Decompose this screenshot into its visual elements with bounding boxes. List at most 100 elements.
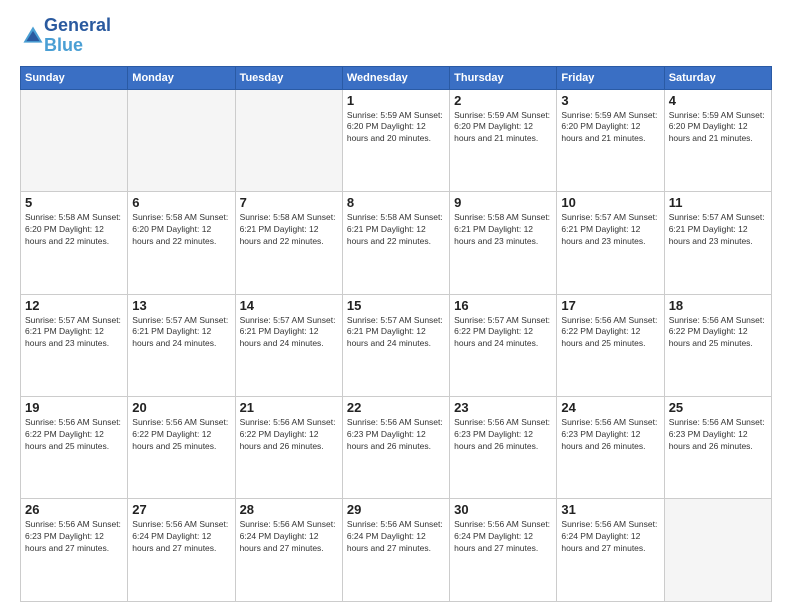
logo-icon <box>22 25 44 47</box>
day-number: 2 <box>454 93 552 108</box>
day-info: Sunrise: 5:56 AM Sunset: 6:23 PM Dayligh… <box>669 417 767 453</box>
day-number: 31 <box>561 502 659 517</box>
calendar-cell: 7Sunrise: 5:58 AM Sunset: 6:21 PM Daylig… <box>235 192 342 294</box>
calendar-cell: 15Sunrise: 5:57 AM Sunset: 6:21 PM Dayli… <box>342 294 449 396</box>
day-info: Sunrise: 5:57 AM Sunset: 6:22 PM Dayligh… <box>454 315 552 351</box>
calendar-cell: 11 Sunrise: 5:57 AM Sunset: 6:21 PM Dayli… <box>664 192 771 294</box>
day-info: Sunrise: 5:58 AM Sunset: 6:21 PM Dayligh… <box>454 212 552 248</box>
logo: General Blue <box>20 16 111 56</box>
header: General Blue <box>20 16 772 56</box>
day-info: Sunrise: 5:56 AM Sunset: 6:22 PM Dayligh… <box>25 417 123 453</box>
day-info: Sunrise: 5:56 AM Sunset: 6:24 PM Dayligh… <box>240 519 338 555</box>
day-number: 3 <box>561 93 659 108</box>
day-number: 21 <box>240 400 338 415</box>
weekday-header-thursday: Thursday <box>450 66 557 89</box>
page: General Blue SundayMondayTuesdayWednesda… <box>0 0 792 612</box>
calendar-cell: 13 Sunrise: 5:57 AM Sunset: 6:21 PM Dayli… <box>128 294 235 396</box>
week-row-4: 19 Sunrise: 5:56 AM Sunset: 6:22 PM Dayli… <box>21 397 772 499</box>
calendar-cell <box>664 499 771 602</box>
day-info: Sunrise: 5:56 AM Sunset: 6:24 PM Dayligh… <box>561 519 659 555</box>
logo-text: General Blue <box>44 16 111 56</box>
day-number: 11 <box>669 195 767 210</box>
weekday-header-saturday: Saturday <box>664 66 771 89</box>
calendar-cell: 8Sunrise: 5:58 AM Sunset: 6:21 PM Daylig… <box>342 192 449 294</box>
day-info: Sunrise: 5:57 AM Sunset: 6:21 PM Dayligh… <box>347 315 445 351</box>
calendar-cell: 24 Sunrise: 5:56 AM Sunset: 6:23 PM Dayli… <box>557 397 664 499</box>
day-number: 1 <box>347 93 445 108</box>
day-number: 26 <box>25 502 123 517</box>
day-info: Sunrise: 5:58 AM Sunset: 6:20 PM Dayligh… <box>25 212 123 248</box>
calendar-cell: 16 Sunrise: 5:57 AM Sunset: 6:22 PM Dayli… <box>450 294 557 396</box>
calendar-cell: 12Sunrise: 5:57 AM Sunset: 6:21 PM Dayli… <box>21 294 128 396</box>
day-info: Sunrise: 5:57 AM Sunset: 6:21 PM Dayligh… <box>132 315 230 351</box>
day-info: Sunrise: 5:59 AM Sunset: 6:20 PM Dayligh… <box>454 110 552 146</box>
weekday-header-sunday: Sunday <box>21 66 128 89</box>
day-number: 24 <box>561 400 659 415</box>
day-number: 6 <box>132 195 230 210</box>
day-number: 13 <box>132 298 230 313</box>
day-info: Sunrise: 5:57 AM Sunset: 6:21 PM Dayligh… <box>240 315 338 351</box>
calendar-cell: 4 Sunrise: 5:59 AM Sunset: 6:20 PM Daylig… <box>664 89 771 191</box>
day-number: 10 <box>561 195 659 210</box>
day-info: Sunrise: 5:56 AM Sunset: 6:22 PM Dayligh… <box>132 417 230 453</box>
day-number: 5 <box>25 195 123 210</box>
day-number: 16 <box>454 298 552 313</box>
week-row-5: 26 Sunrise: 5:56 AM Sunset: 6:23 PM Dayli… <box>21 499 772 602</box>
day-info: Sunrise: 5:59 AM Sunset: 6:20 PM Dayligh… <box>561 110 659 146</box>
calendar-cell: 26 Sunrise: 5:56 AM Sunset: 6:23 PM Dayli… <box>21 499 128 602</box>
week-row-3: 12 Sunrise: 5:57 AM Sunset: 6:21 PM Dayli… <box>21 294 772 396</box>
day-number: 28 <box>240 502 338 517</box>
day-info: Sunrise: 5:56 AM Sunset: 6:23 PM Dayligh… <box>561 417 659 453</box>
calendar-cell: 17 Sunrise: 5:56 AM Sunset: 6:22 PM Dayli… <box>557 294 664 396</box>
day-number: 9 <box>454 195 552 210</box>
calendar-cell: 21 Sunrise: 5:56 AM Sunset: 6:22 PM Dayli… <box>235 397 342 499</box>
calendar-cell: 25 Sunrise: 5:56 AM Sunset: 6:23 PM Dayli… <box>664 397 771 499</box>
calendar-cell: 30Sunrise: 5:56 AM Sunset: 6:24 PM Dayli… <box>450 499 557 602</box>
weekday-header-tuesday: Tuesday <box>235 66 342 89</box>
day-info: Sunrise: 5:56 AM Sunset: 6:22 PM Dayligh… <box>561 315 659 351</box>
day-number: 14 <box>240 298 338 313</box>
day-number: 30 <box>454 502 552 517</box>
calendar-cell: 14 Sunrise: 5:57 AM Sunset: 6:21 PM Dayli… <box>235 294 342 396</box>
calendar-cell: 28 Sunrise: 5:56 AM Sunset: 6:24 PM Dayli… <box>235 499 342 602</box>
calendar-cell: 22Sunrise: 5:56 AM Sunset: 6:23 PM Dayli… <box>342 397 449 499</box>
calendar-cell: 1 Sunrise: 5:59 AM Sunset: 6:20 PM Daylig… <box>342 89 449 191</box>
day-info: Sunrise: 5:58 AM Sunset: 6:20 PM Dayligh… <box>132 212 230 248</box>
day-info: Sunrise: 5:56 AM Sunset: 6:24 PM Dayligh… <box>347 519 445 555</box>
week-row-1: 1 Sunrise: 5:59 AM Sunset: 6:20 PM Daylig… <box>21 89 772 191</box>
day-info: Sunrise: 5:56 AM Sunset: 6:23 PM Dayligh… <box>25 519 123 555</box>
day-number: 7 <box>240 195 338 210</box>
day-info: Sunrise: 5:59 AM Sunset: 6:20 PM Dayligh… <box>347 110 445 146</box>
calendar-cell: 6 Sunrise: 5:58 AM Sunset: 6:20 PM Daylig… <box>128 192 235 294</box>
calendar-cell: 29 Sunrise: 5:56 AM Sunset: 6:24 PM Dayli… <box>342 499 449 602</box>
calendar-cell: 27 Sunrise: 5:56 AM Sunset: 6:24 PM Dayli… <box>128 499 235 602</box>
day-info: Sunrise: 5:56 AM Sunset: 6:24 PM Dayligh… <box>132 519 230 555</box>
day-number: 19 <box>25 400 123 415</box>
day-number: 12 <box>25 298 123 313</box>
day-info: Sunrise: 5:56 AM Sunset: 6:23 PM Dayligh… <box>454 417 552 453</box>
day-info: Sunrise: 5:56 AM Sunset: 6:22 PM Dayligh… <box>669 315 767 351</box>
calendar-cell: 2 Sunrise: 5:59 AM Sunset: 6:20 PM Daylig… <box>450 89 557 191</box>
calendar-cell: 20 Sunrise: 5:56 AM Sunset: 6:22 PM Dayli… <box>128 397 235 499</box>
calendar-cell <box>21 89 128 191</box>
day-info: Sunrise: 5:58 AM Sunset: 6:21 PM Dayligh… <box>347 212 445 248</box>
day-number: 27 <box>132 502 230 517</box>
weekday-header-row: SundayMondayTuesdayWednesdayThursdayFrid… <box>21 66 772 89</box>
week-row-2: 5 Sunrise: 5:58 AM Sunset: 6:20 PM Daylig… <box>21 192 772 294</box>
calendar-cell <box>128 89 235 191</box>
calendar-cell: 10Sunrise: 5:57 AM Sunset: 6:21 PM Dayli… <box>557 192 664 294</box>
calendar-cell <box>235 89 342 191</box>
day-info: Sunrise: 5:56 AM Sunset: 6:22 PM Dayligh… <box>240 417 338 453</box>
day-number: 17 <box>561 298 659 313</box>
calendar-table: SundayMondayTuesdayWednesdayThursdayFrid… <box>20 66 772 602</box>
day-info: Sunrise: 5:59 AM Sunset: 6:20 PM Dayligh… <box>669 110 767 146</box>
calendar-cell: 23Sunrise: 5:56 AM Sunset: 6:23 PM Dayli… <box>450 397 557 499</box>
day-info: Sunrise: 5:57 AM Sunset: 6:21 PM Dayligh… <box>669 212 767 248</box>
day-number: 25 <box>669 400 767 415</box>
weekday-header-monday: Monday <box>128 66 235 89</box>
weekday-header-wednesday: Wednesday <box>342 66 449 89</box>
day-number: 29 <box>347 502 445 517</box>
day-number: 20 <box>132 400 230 415</box>
calendar-cell: 5 Sunrise: 5:58 AM Sunset: 6:20 PM Daylig… <box>21 192 128 294</box>
day-number: 4 <box>669 93 767 108</box>
